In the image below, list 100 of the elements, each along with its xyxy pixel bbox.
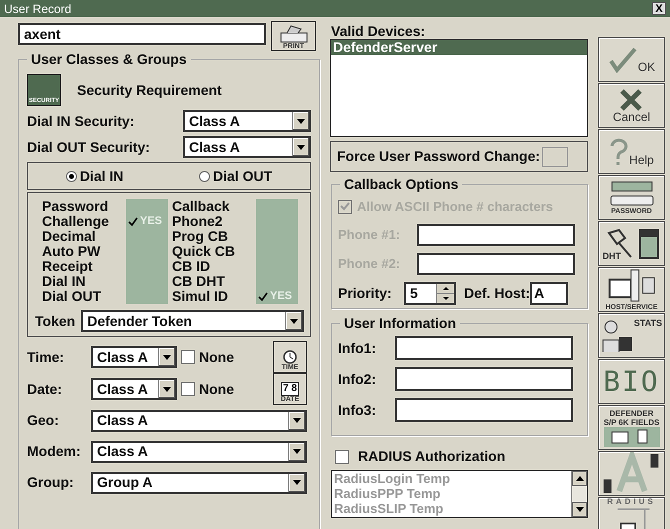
field-label: Time: (27, 348, 66, 366)
dropdown-arrow-button[interactable] (288, 412, 305, 430)
list-item[interactable]: DefenderServer (331, 40, 587, 55)
field-label: Priority: (338, 284, 393, 303)
checkbox-label: RADIUS Authorization (358, 447, 506, 466)
device-icon (604, 426, 660, 446)
caret-icon (290, 318, 298, 324)
field-label: Def. Host: (464, 284, 530, 302)
checkbox-label: None (199, 348, 234, 366)
flag-label: Callback (172, 199, 231, 214)
keyboard-icon (608, 180, 656, 206)
checkbox[interactable] (181, 350, 195, 364)
checkbox-label: None (199, 380, 234, 398)
dropdown-arrow-button[interactable] (158, 348, 175, 366)
toolbar-button[interactable]: OK (598, 37, 665, 82)
x-icon (619, 88, 644, 110)
checkbox-label: Force User Password Change: (337, 147, 540, 166)
field-label: Info3: (338, 400, 378, 420)
field-label: Token (35, 312, 76, 330)
flag-value: YES (140, 215, 162, 228)
person-chart-icon (600, 318, 633, 352)
caret-icon (297, 144, 305, 150)
flag-label: Password (42, 199, 110, 214)
dropdown-arrow-button[interactable] (288, 474, 305, 492)
dropdown[interactable]: Group A (91, 472, 307, 494)
group-title: User Classes & Groups (27, 51, 191, 67)
dropdown-arrow-button[interactable] (288, 442, 305, 460)
check-icon (258, 292, 268, 302)
checkbox[interactable] (335, 450, 349, 464)
info-field[interactable] (395, 336, 573, 360)
info-field[interactable] (395, 398, 573, 422)
flag-value: YES (270, 290, 292, 303)
computer-icon (606, 268, 656, 303)
window-title: User Record (4, 0, 72, 18)
radio-button[interactable] (199, 170, 210, 182)
caret-icon (297, 118, 305, 124)
toolbar-button[interactable]: Help (598, 129, 665, 174)
caret-icon (293, 449, 301, 454)
flag-label: Quick CB (172, 244, 236, 259)
toolbar-button[interactable]: Cancel (598, 83, 665, 128)
group-title: User Information (340, 315, 460, 331)
toolbar-button[interactable]: RADIUS (598, 497, 665, 529)
phone-field[interactable] (417, 224, 575, 246)
field-label: Date: (27, 380, 64, 398)
section-heading: Security Requirement (77, 80, 222, 100)
toolbar-button[interactable]: STATS (598, 313, 665, 358)
scroll-up-icon (576, 476, 584, 481)
flag-label: Receipt (42, 259, 94, 274)
caret-icon (163, 354, 171, 360)
flag-label: Phone2 (172, 214, 224, 229)
dropdown[interactable]: Class A (91, 346, 177, 368)
caret-icon (293, 480, 301, 485)
field-label: Valid Devices: (331, 23, 426, 39)
close-button[interactable]: X (652, 2, 666, 15)
user-name-field[interactable]: axent (18, 23, 266, 45)
question-mark-icon (609, 138, 630, 166)
dropdown[interactable]: Class A (91, 440, 307, 462)
toolbar-button[interactable]: DHT (598, 221, 665, 266)
flag-label: Dial OUT (42, 289, 102, 304)
dropdown[interactable]: Defender Token (81, 310, 304, 332)
dropdown-arrow-button[interactable] (285, 312, 302, 330)
dropdown-arrow-button[interactable] (292, 138, 309, 156)
dropdown[interactable]: Class A (183, 136, 311, 158)
radio-button[interactable] (66, 170, 77, 182)
field-label: Geo: (27, 411, 60, 430)
radio-option[interactable]: Dial IN (66, 166, 124, 186)
check-icon (128, 216, 138, 226)
field-label: Dial OUT Security: (27, 138, 150, 157)
group-title: Callback Options (340, 176, 462, 192)
dropdown-arrow-button[interactable] (292, 112, 309, 130)
flag-label: Dial IN (42, 274, 86, 289)
dropdown[interactable]: Class A (183, 110, 311, 132)
flag-label: Challenge (42, 214, 110, 229)
field-label: Info1: (338, 338, 378, 358)
toolbar-button[interactable]: DEFENDER S/P 6K FIELDS (598, 405, 665, 450)
scroll-down-icon (576, 507, 584, 512)
scrollbar[interactable] (571, 471, 587, 517)
checkbox[interactable] (181, 382, 195, 396)
field-label: Modem: (27, 442, 82, 461)
flag-label: CB ID (172, 259, 210, 274)
dropdown[interactable]: Class A (91, 378, 177, 400)
toolbar-button[interactable] (598, 451, 665, 496)
caret-icon (163, 386, 171, 392)
calendar-icon: 7 8 (281, 382, 299, 396)
phone-field[interactable] (417, 252, 575, 274)
checkbox[interactable] (542, 146, 568, 166)
dropdown[interactable]: Class A (91, 410, 307, 432)
checkmark-icon (608, 46, 638, 72)
field-label: Dial IN Security: (27, 112, 134, 131)
flag-label: Prog CB (172, 229, 229, 244)
caret-icon (293, 418, 301, 423)
flag-label: CB DHT (172, 274, 226, 289)
flag-label: Auto PW (42, 244, 102, 259)
field-label: Group: (27, 473, 75, 492)
dropdown-arrow-button[interactable] (158, 380, 175, 398)
radio-option[interactable]: Dial OUT (199, 166, 272, 186)
toolbar-button[interactable]: BIO (598, 359, 665, 404)
flag-label: Decimal (42, 229, 96, 244)
flag-label: Simul ID (172, 289, 230, 304)
info-field[interactable] (395, 367, 573, 391)
